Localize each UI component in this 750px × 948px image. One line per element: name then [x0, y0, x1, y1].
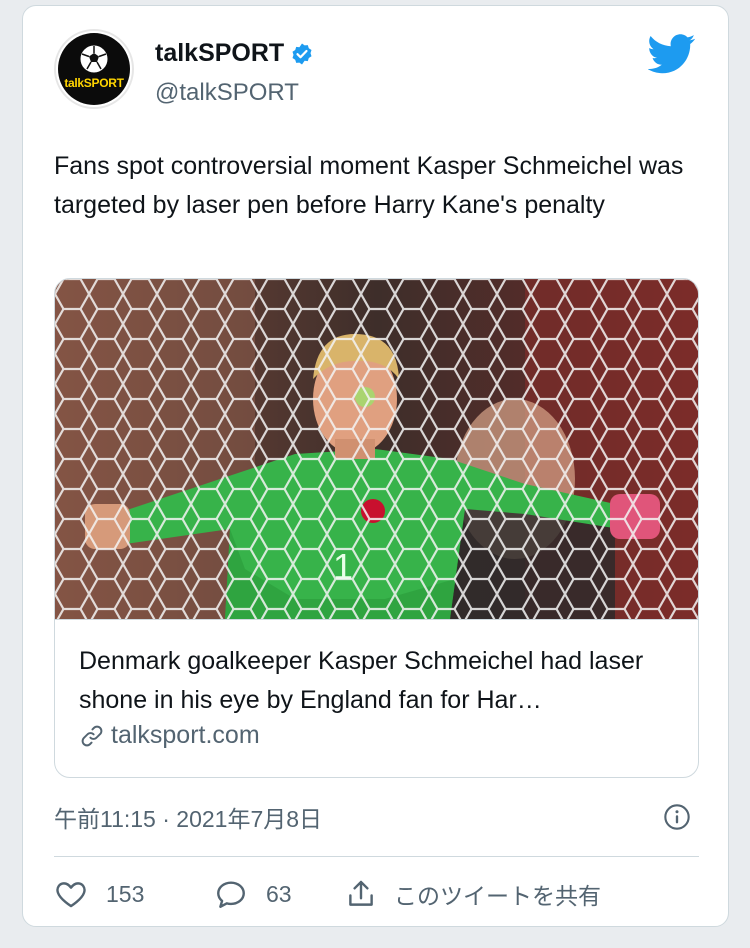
avatar[interactable]: talkSPORT — [54, 29, 134, 109]
display-name[interactable]: talkSPORT — [155, 39, 284, 68]
actions-divider — [54, 856, 699, 857]
share-label: このツイートを共有 — [394, 883, 601, 909]
link-domain: talksport.com — [111, 721, 260, 749]
link-preview-card[interactable]: 1 Denmark goalkeeper Kasper Schmeichel h… — [54, 278, 699, 778]
twitter-bird-icon[interactable] — [648, 34, 696, 74]
link-card-divider — [55, 619, 698, 620]
share-button[interactable]: このツイートを共有 — [344, 872, 601, 916]
tweet-actions: 153 63 このツイートを共有 — [54, 872, 699, 916]
verified-badge-icon — [292, 43, 312, 64]
name-row: talkSPORT — [155, 39, 314, 68]
reply-bubble-icon — [217, 881, 245, 908]
like-button[interactable]: 153 — [54, 872, 144, 916]
tweet-card[interactable]: talkSPORT talkSPORT @talkSPORT Fans spot… — [22, 5, 729, 927]
avatar-wordmark: talkSPORT — [64, 76, 124, 90]
goalkeeper-photo: 1 — [55, 279, 698, 619]
link-domain-row[interactable]: talksport.com — [79, 721, 260, 750]
link-icon — [81, 725, 103, 746]
reply-count: 63 — [266, 880, 292, 907]
talksport-logo: talkSPORT — [58, 33, 130, 105]
link-title[interactable]: Denmark goalkeeper Kasper Schmeichel had… — [79, 642, 679, 720]
info-icon[interactable] — [663, 803, 691, 831]
heart-icon — [56, 882, 86, 908]
share-icon — [349, 880, 373, 906]
reply-button[interactable]: 63 — [214, 872, 292, 916]
like-count: 153 — [106, 880, 145, 907]
tweet-timestamp[interactable]: 午前11:15 · 2021年7月8日 — [54, 800, 322, 834]
football-icon — [80, 45, 108, 73]
tweet-text: Fans spot controversial moment Kasper Sc… — [54, 152, 684, 219]
user-handle[interactable]: @talkSPORT — [155, 79, 299, 107]
